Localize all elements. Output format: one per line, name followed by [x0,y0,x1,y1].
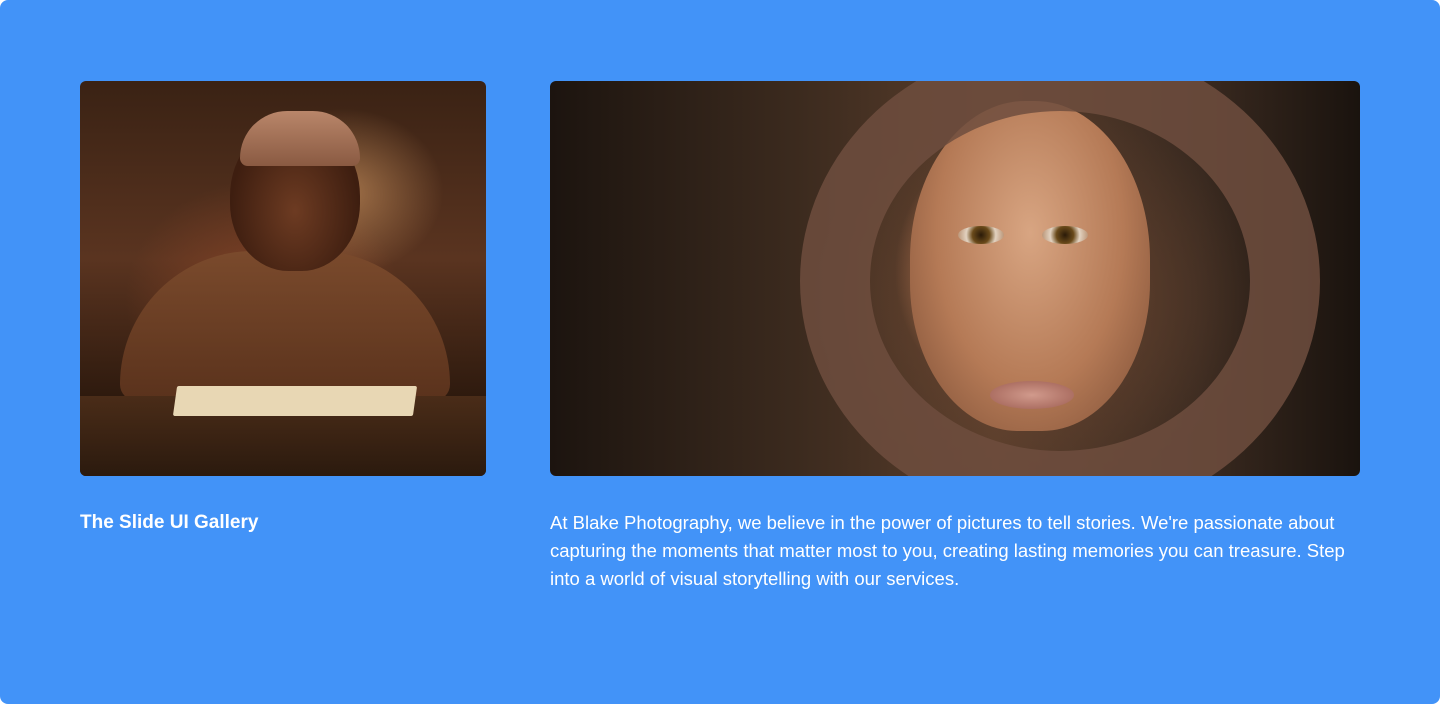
photo-shape-left-eye [958,226,1004,244]
photo-shape-paper [172,386,418,416]
photo-shape-right-eye [1042,226,1088,244]
gallery-title: The Slide UI Gallery [80,512,259,533]
photo-shape-lips [990,381,1074,409]
gallery-description: At Blake Photography, we believe in the … [550,512,1345,589]
photo-shape-body [120,251,450,401]
child-writing-photo[interactable] [80,81,486,476]
gallery-section: The Slide UI Gallery At Blake Photograph… [0,0,1440,704]
photo-shape-hat [240,111,360,166]
woman-portrait-photo[interactable] [550,81,1360,476]
photo-shape-hood [800,81,1320,476]
